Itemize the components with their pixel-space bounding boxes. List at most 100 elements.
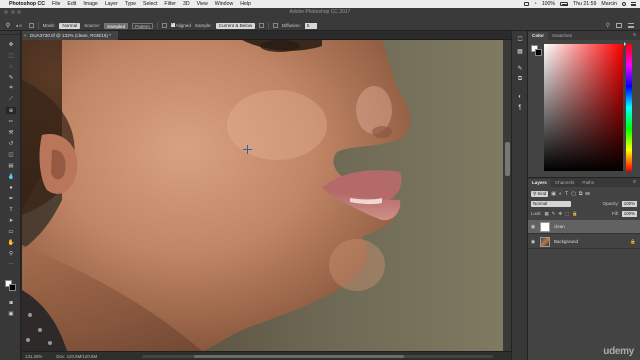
more-tools-icon[interactable]: ⋯ [6,261,16,268]
vertical-scroll-thumb[interactable] [504,142,510,176]
history-brush-tool-icon[interactable]: ↺ [6,140,16,147]
workspace-icon[interactable] [616,23,622,28]
type-tool-icon[interactable]: T [6,206,16,213]
visibility-eye-icon[interactable]: ◉ [528,239,538,245]
lock-pixels-icon[interactable]: ✎ [552,211,556,217]
filter-smart-icon[interactable]: ⧉ [579,191,583,197]
panel-background-swatch[interactable] [535,49,542,56]
user-name[interactable]: Marcin [601,1,617,7]
aligned-option[interactable]: Aligned [170,21,191,28]
brush-settings-icon[interactable] [29,23,34,28]
pattern-swatch-icon[interactable] [161,23,167,28]
layer-row-clean[interactable]: ◉ clean [528,220,640,234]
healing-brush-tool-icon[interactable]: ⚲ [4,22,12,29]
hand-tool-icon[interactable]: ✋ [6,239,16,246]
menu-help[interactable]: Help [240,1,251,7]
spot-healing-tool-icon[interactable]: ⊕ [6,107,16,114]
marquee-tool-icon[interactable]: ⬚ [6,52,16,59]
tab-color[interactable]: Color [528,32,548,40]
background-color-swatch[interactable] [9,284,16,291]
opacity-field[interactable]: 100% [621,200,637,207]
color-field[interactable] [544,44,623,171]
screen-mode-icon[interactable]: ▣ [6,310,16,317]
eyedropper-tool-icon[interactable]: ⟋ [6,96,16,103]
lock-position-icon[interactable]: ✥ [558,211,562,217]
layer-name[interactable]: Background [554,239,578,244]
visibility-eye-icon[interactable]: ◉ [528,224,538,230]
eraser-tool-icon[interactable]: ◫ [6,151,16,158]
sample-select[interactable]: Current & Below [215,22,256,29]
mode-select[interactable]: Normal [59,22,81,29]
layer-row-background[interactable]: ◉ Background 🔒 [528,235,640,249]
history-panel-icon[interactable]: ⏍ [516,37,524,44]
quick-select-tool-icon[interactable]: ✎ [6,74,16,81]
menu-layer[interactable]: Layer [105,1,118,7]
pressure-size-icon[interactable] [272,23,278,28]
brush-panel-icon[interactable]: ✎ [516,65,524,72]
quick-mask-icon[interactable]: ◙ [6,299,16,306]
filter-type-icon[interactable]: T [565,191,568,197]
clock[interactable]: Thu 21:59 [573,1,596,7]
filter-kind-select[interactable]: ⚲ Kind [531,190,549,197]
zoom-level[interactable]: 131.25% [25,354,42,359]
move-tool-icon[interactable]: ✥ [6,41,16,48]
zoom-tool-icon[interactable]: ⚲ [6,250,16,257]
horizontal-scrollbar[interactable] [142,355,493,358]
pen-tool-icon[interactable]: ✒ [6,195,16,202]
filter-pixel-icon[interactable]: ▣ [551,191,556,197]
app-menu[interactable]: Photoshop CC [9,1,45,7]
filter-toggle[interactable] [585,192,591,195]
brush-preset-picker[interactable]: ● 9 [16,23,25,29]
close-document-icon[interactable]: × [24,31,27,40]
clone-stamp-tool-icon[interactable]: ⚒ [6,129,16,136]
dodge-tool-icon[interactable]: ● [6,184,16,191]
tab-swatches[interactable]: Swatches [548,32,576,40]
lock-all-icon[interactable]: 🔒 [572,211,577,217]
vertical-scrollbar[interactable] [503,40,511,351]
tab-channels[interactable]: Channels [551,179,578,187]
aligned-checkbox[interactable] [170,21,175,27]
notification-center-icon[interactable] [631,2,636,6]
document-size[interactable]: Doc: 120.8M/120.8M [56,354,97,359]
adjustments-panel-icon[interactable]: ◐ [516,93,524,100]
hue-slider[interactable] [626,44,632,171]
menu-image[interactable]: Image [83,1,97,7]
layer-name[interactable]: clean [554,224,565,229]
display-icon[interactable] [523,2,529,6]
menu-view[interactable]: View [197,1,208,7]
panel-grip[interactable] [0,31,20,35]
source-sampled-button[interactable]: Sampled [104,22,129,29]
lasso-tool-icon[interactable]: ◌ [6,63,16,70]
layers-menu-icon[interactable]: ≡ [633,179,636,185]
menu-select[interactable]: Select [143,1,157,7]
spotlight-icon[interactable] [622,2,626,6]
brush-tool-icon[interactable]: ✏ [6,118,16,125]
menu-edit[interactable]: Edit [67,1,76,7]
search-icon[interactable]: ⚲ [606,22,610,29]
blur-tool-icon[interactable]: 💧 [6,173,16,180]
blend-mode-select[interactable]: Normal [531,200,571,207]
crop-tool-icon[interactable]: ⌗ [6,85,16,92]
panel-menu-icon[interactable]: ≡ [633,32,636,38]
ignore-adjustment-layers-icon[interactable] [259,23,265,28]
fill-field[interactable]: 100% [621,210,637,217]
menu-window[interactable]: Window [215,1,233,7]
clone-source-icon[interactable]: ⧉ [516,76,524,83]
lock-artboard-icon[interactable]: ⬚ [565,211,569,217]
battery-icon[interactable] [560,2,569,6]
tab-layers[interactable]: Layers [528,179,551,187]
tab-paths[interactable]: Paths [578,179,598,187]
diffusion-field[interactable]: 5 [304,22,317,29]
shape-tool-icon[interactable]: ▭ [6,228,16,235]
document-tab[interactable]: × DUA3730.tif @ 132% (clean, RGB/16) * [22,31,118,40]
gradient-tool-icon[interactable]: ▤ [6,162,16,169]
horizontal-scroll-thumb[interactable] [194,355,404,358]
properties-panel-icon[interactable]: ▦ [516,48,524,55]
source-pattern-button[interactable]: Pattern [132,22,153,29]
filter-shape-icon[interactable]: ▢ [571,191,576,197]
filter-adjustment-icon[interactable]: ◐ [559,191,562,197]
paragraph-panel-icon[interactable]: ¶ [516,104,524,111]
path-select-tool-icon[interactable]: ➤ [6,217,16,224]
menu-filter[interactable]: Filter [164,1,176,7]
wifi-icon[interactable]: ◔ [534,1,537,7]
